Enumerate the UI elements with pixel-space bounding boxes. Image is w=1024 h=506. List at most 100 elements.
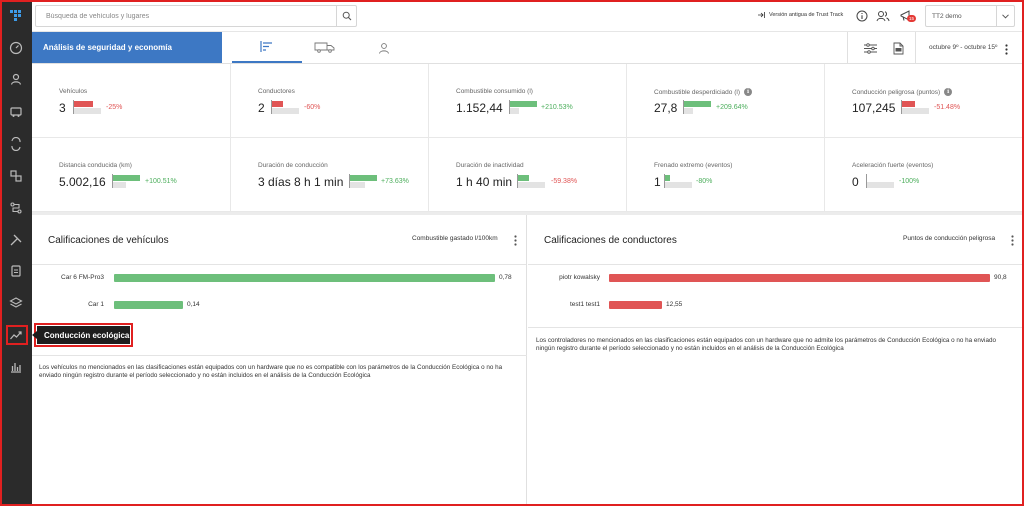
kpi-change: -51.48%	[934, 104, 961, 111]
documents-icon[interactable]	[8, 263, 24, 279]
kpi-change: +73.63%	[381, 178, 409, 185]
metric-selector[interactable]: Puntos de conducción peligrosa	[903, 235, 995, 242]
kpi-trend-bars	[517, 174, 545, 188]
ranking-name: test1 test1	[570, 301, 600, 308]
info-icon[interactable]: i	[744, 88, 752, 96]
kpi-trend-bars	[349, 174, 377, 188]
ranking-bar	[609, 274, 990, 282]
kpi-card-fuel-consumed[interactable]: Combustible consumido (l) 1.152,44 +210.…	[429, 64, 627, 138]
chevron-down-icon	[996, 6, 1014, 26]
kpi-trend-bars	[683, 100, 711, 114]
kpi-card-fuel-wasted[interactable]: Combustible desperdiciado (l) i 27,8 +209…	[627, 64, 825, 138]
ranking-value: 0,78	[499, 274, 512, 281]
filter-sliders-icon[interactable]	[862, 40, 878, 56]
kpi-trend-bars	[901, 100, 929, 114]
user-icon[interactable]	[8, 71, 24, 87]
separator	[528, 264, 1024, 265]
vehicle-ratings-panel: Calificaciones de vehículos Combustible …	[32, 215, 527, 506]
old-version-link[interactable]: Versión antigua de Trust Track	[758, 12, 843, 18]
panel-title: Calificaciones de vehículos	[48, 235, 169, 246]
separator	[915, 32, 916, 63]
ranking-row[interactable]: Car 1 0,14	[32, 300, 527, 310]
tasks-icon[interactable]	[8, 200, 24, 216]
layers-icon[interactable]	[8, 295, 24, 311]
account-select[interactable]: TT2 demo	[925, 5, 1015, 27]
kpi-label: Frenado extremo (eventos)	[654, 162, 733, 169]
kpi-value: 107,245	[852, 101, 896, 115]
account-name: TT2 demo	[932, 12, 962, 20]
old-version-label: Versión antigua de Trust Track	[769, 12, 844, 18]
metric-selector[interactable]: Combustible gastado l/100km	[412, 235, 498, 242]
search-button[interactable]	[336, 6, 356, 26]
kpi-label: Aceleración fuerte (eventos)	[852, 162, 934, 169]
page-title: Análisis de seguridad y economía	[32, 32, 222, 63]
info-icon[interactable]	[854, 8, 870, 24]
kpi-card-driving-duration[interactable]: Duración de conducción 3 días 8 h 1 min …	[231, 138, 429, 212]
page-title-text: Análisis de seguridad y economía	[43, 43, 172, 52]
trust-track-logo[interactable]	[8, 9, 24, 23]
kpi-label: Combustible desperdiciado (l) i	[654, 88, 752, 96]
kpi-trend-bars	[271, 100, 299, 114]
users-icon[interactable]	[875, 8, 891, 24]
ranking-note: Los vehículos no mencionados en las clas…	[39, 364, 503, 380]
kpi-change: -80%	[696, 178, 713, 185]
ranking-row[interactable]: test1 test1 12,55	[528, 300, 1024, 310]
kpi-card-distance[interactable]: Distancia conducida (km) 5.002,16 +100.5…	[32, 138, 231, 212]
info-icon[interactable]: i	[944, 88, 953, 96]
kpi-card-hard-acceleration[interactable]: Aceleración fuerte (eventos) 0 -100%	[825, 138, 1024, 212]
kpi-value: 2	[258, 101, 265, 115]
ranking-name: Car 6 FM-Pro3	[61, 274, 104, 281]
more-options-icon[interactable]	[514, 233, 520, 246]
panel-title: Calificaciones de conductores	[544, 235, 677, 246]
kpi-label: Conductores	[258, 88, 295, 95]
statistics-icon[interactable]	[8, 359, 24, 375]
date-range-text: octubre 9º - octubre 15º	[929, 44, 998, 51]
ranking-bar	[114, 301, 183, 309]
date-range-picker[interactable]: octubre 9º - octubre 15º	[929, 44, 997, 51]
tab-drivers[interactable]	[349, 32, 419, 63]
kpi-label: Distancia conducida (km)	[59, 162, 132, 169]
driver-ratings-panel: Calificaciones de conductores Puntos de …	[528, 215, 1024, 506]
kpi-value: 3	[59, 101, 66, 115]
kpi-label: Duración de inactividad	[456, 162, 524, 169]
pdf-export-icon[interactable]	[890, 40, 906, 56]
kpi-card-vehicles[interactable]: Vehículos 3 -25%	[32, 64, 231, 138]
kpi-value: 5.002,16	[59, 175, 106, 189]
separator	[528, 327, 1024, 328]
ranking-value: 90,8	[994, 274, 1007, 281]
kpi-change: +100.51%	[145, 178, 177, 185]
kpi-card-dangerous-driving[interactable]: Conducción peligrosa (puntos) i 107,245 -…	[825, 64, 1024, 138]
reports-icon[interactable]	[8, 168, 24, 184]
kpi-card-drivers[interactable]: Conductores 2 -60%	[231, 64, 429, 138]
kpi-trend-bars	[73, 100, 101, 114]
eco-driving-highlight	[6, 325, 28, 345]
notification-badge: 15	[907, 15, 917, 22]
separator	[847, 32, 848, 63]
route-icon[interactable]	[8, 136, 24, 152]
search-input[interactable]	[36, 6, 336, 26]
kpi-value: 1.152,44	[456, 101, 503, 115]
vehicle-icon[interactable]	[8, 104, 24, 120]
kpi-value: 27,8	[654, 101, 678, 115]
notifications-icon[interactable]: 15	[898, 8, 917, 24]
kpi-card-idle-duration[interactable]: Duración de inactividad 1 h 40 min -59.3…	[429, 138, 627, 212]
kpi-grid: Vehículos 3 -25% Conductores 2 -60% Comb…	[32, 64, 1024, 212]
more-options-icon[interactable]	[1011, 233, 1017, 246]
tools-icon[interactable]	[8, 232, 24, 248]
separator	[32, 264, 526, 265]
eco-driving-tooltip: Conducción ecológica	[32, 323, 133, 347]
kpi-label: Conducción peligrosa (puntos) i	[852, 88, 953, 96]
search-icon	[342, 11, 351, 21]
section-header: Análisis de seguridad y economía octubre…	[32, 32, 1024, 64]
ranking-row[interactable]: piotr kowalsky 90,8	[528, 273, 1024, 283]
kpi-card-extreme-braking[interactable]: Frenado extremo (eventos) 1 -80%	[627, 138, 825, 212]
ranking-row[interactable]: Car 6 FM-Pro3 0,78	[32, 273, 527, 283]
kpi-label: Combustible consumido (l)	[456, 88, 533, 95]
exit-arrow-icon	[758, 12, 765, 18]
ranking-bar	[114, 274, 495, 282]
kpi-change: -60%	[304, 104, 321, 111]
topbar: Versión antigua de Trust Track 15 TT2 de…	[32, 0, 1024, 32]
kpi-change: -25%	[106, 104, 123, 111]
dashboard-icon[interactable]	[8, 40, 24, 56]
more-options-icon[interactable]	[1003, 41, 1009, 57]
